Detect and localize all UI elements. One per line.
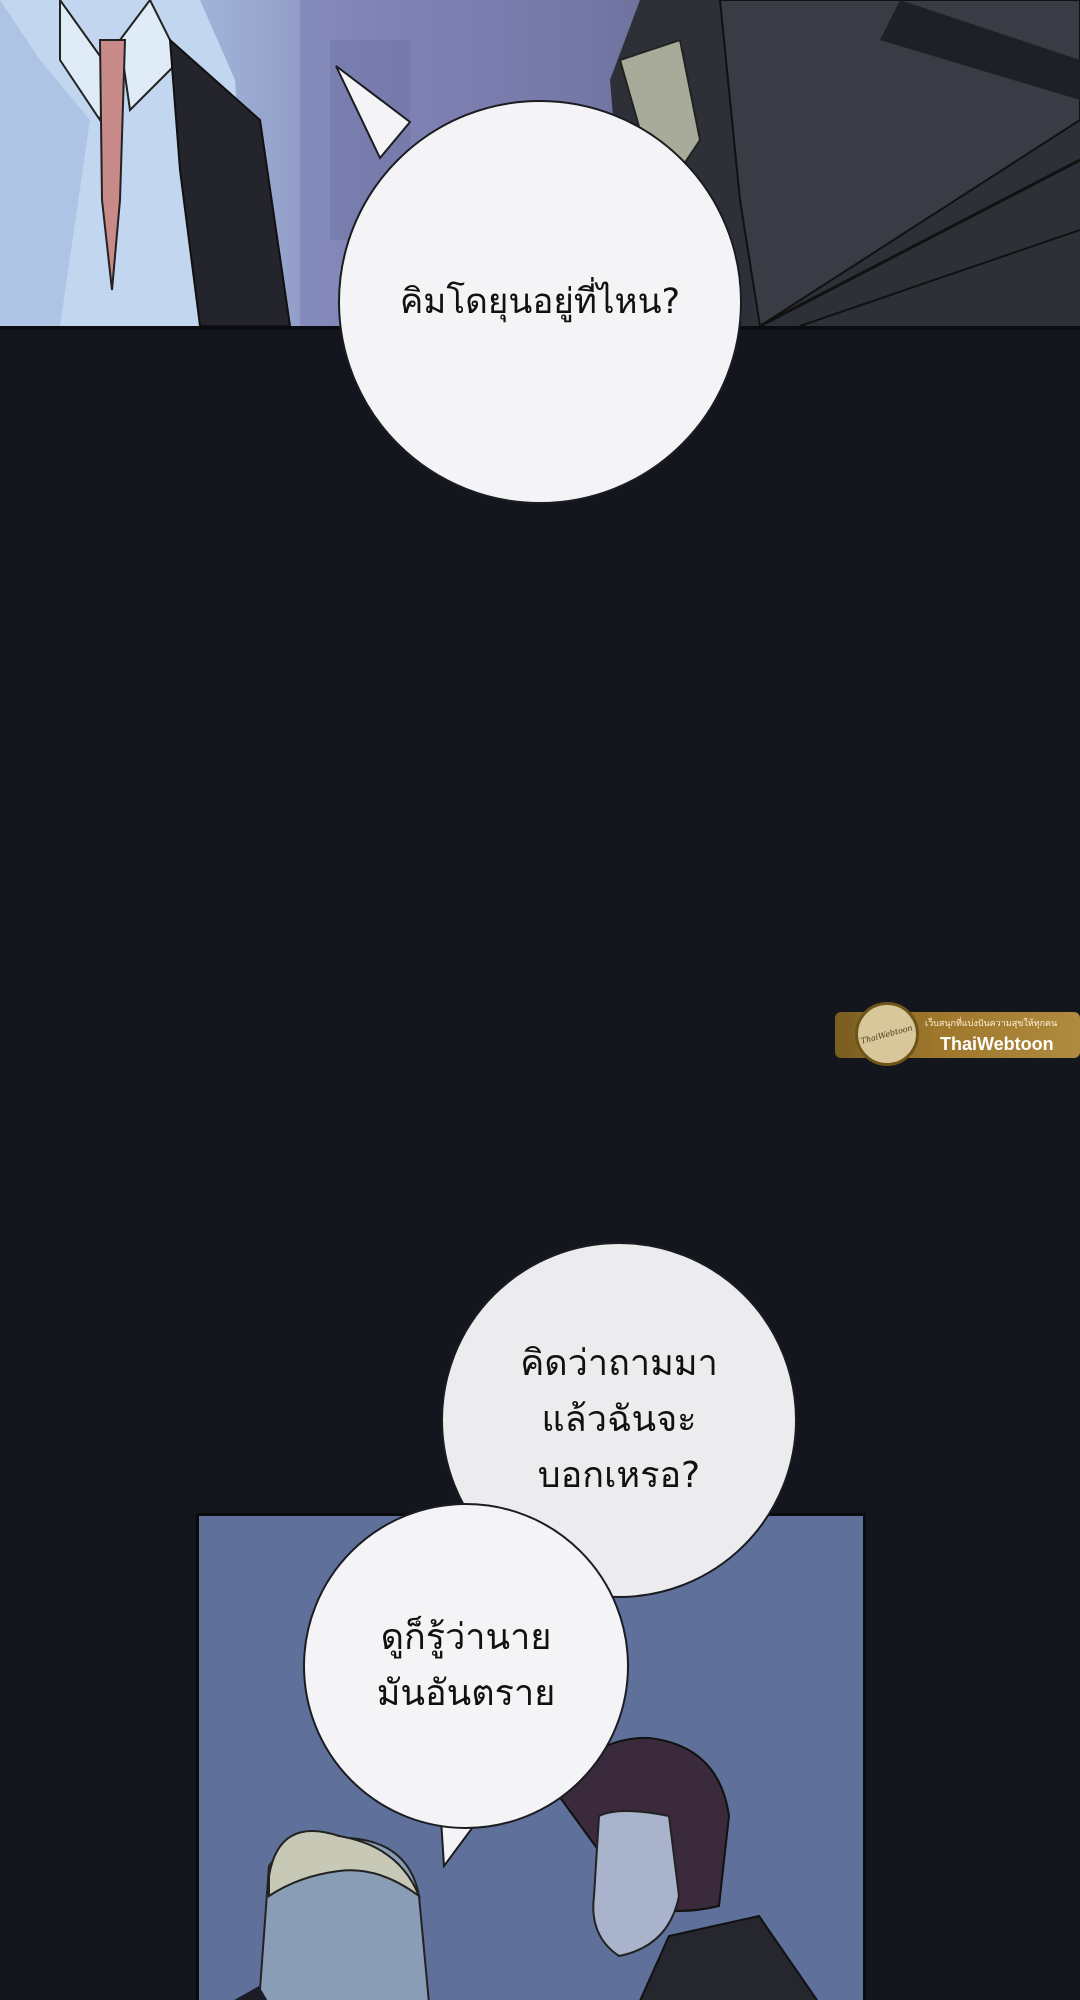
thaiwebtoon-watermark: ThaiWebtoon เว็บสนุกที่แบ่งปันความสุขให้…: [835, 1002, 1080, 1066]
speech-text-3: ดูก็รู้ว่านาย มันอันตราย: [376, 1617, 556, 1714]
watermark-tagline: เว็บสนุกที่แบ่งปันความสุขให้ทุกคน: [925, 1019, 1058, 1029]
watermark-logo-icon: ThaiWebtoon: [855, 1002, 919, 1066]
speech-bubble-1: คิมโดยุนอยู่ที่ไหน?: [338, 100, 742, 504]
watermark-logo-text: ThaiWebtoon: [860, 1022, 914, 1046]
speech-text-1: คิมโดยุนอยู่ที่ไหน?: [399, 281, 681, 322]
speech-text-2: คิดว่าถามมา แล้วฉันจะ บอกเหรอ?: [520, 1343, 718, 1496]
watermark-brand: ThaiWebtoon: [940, 1034, 1054, 1054]
speech-bubble-3: ดูก็รู้ว่านาย มันอันตราย: [303, 1503, 629, 1829]
